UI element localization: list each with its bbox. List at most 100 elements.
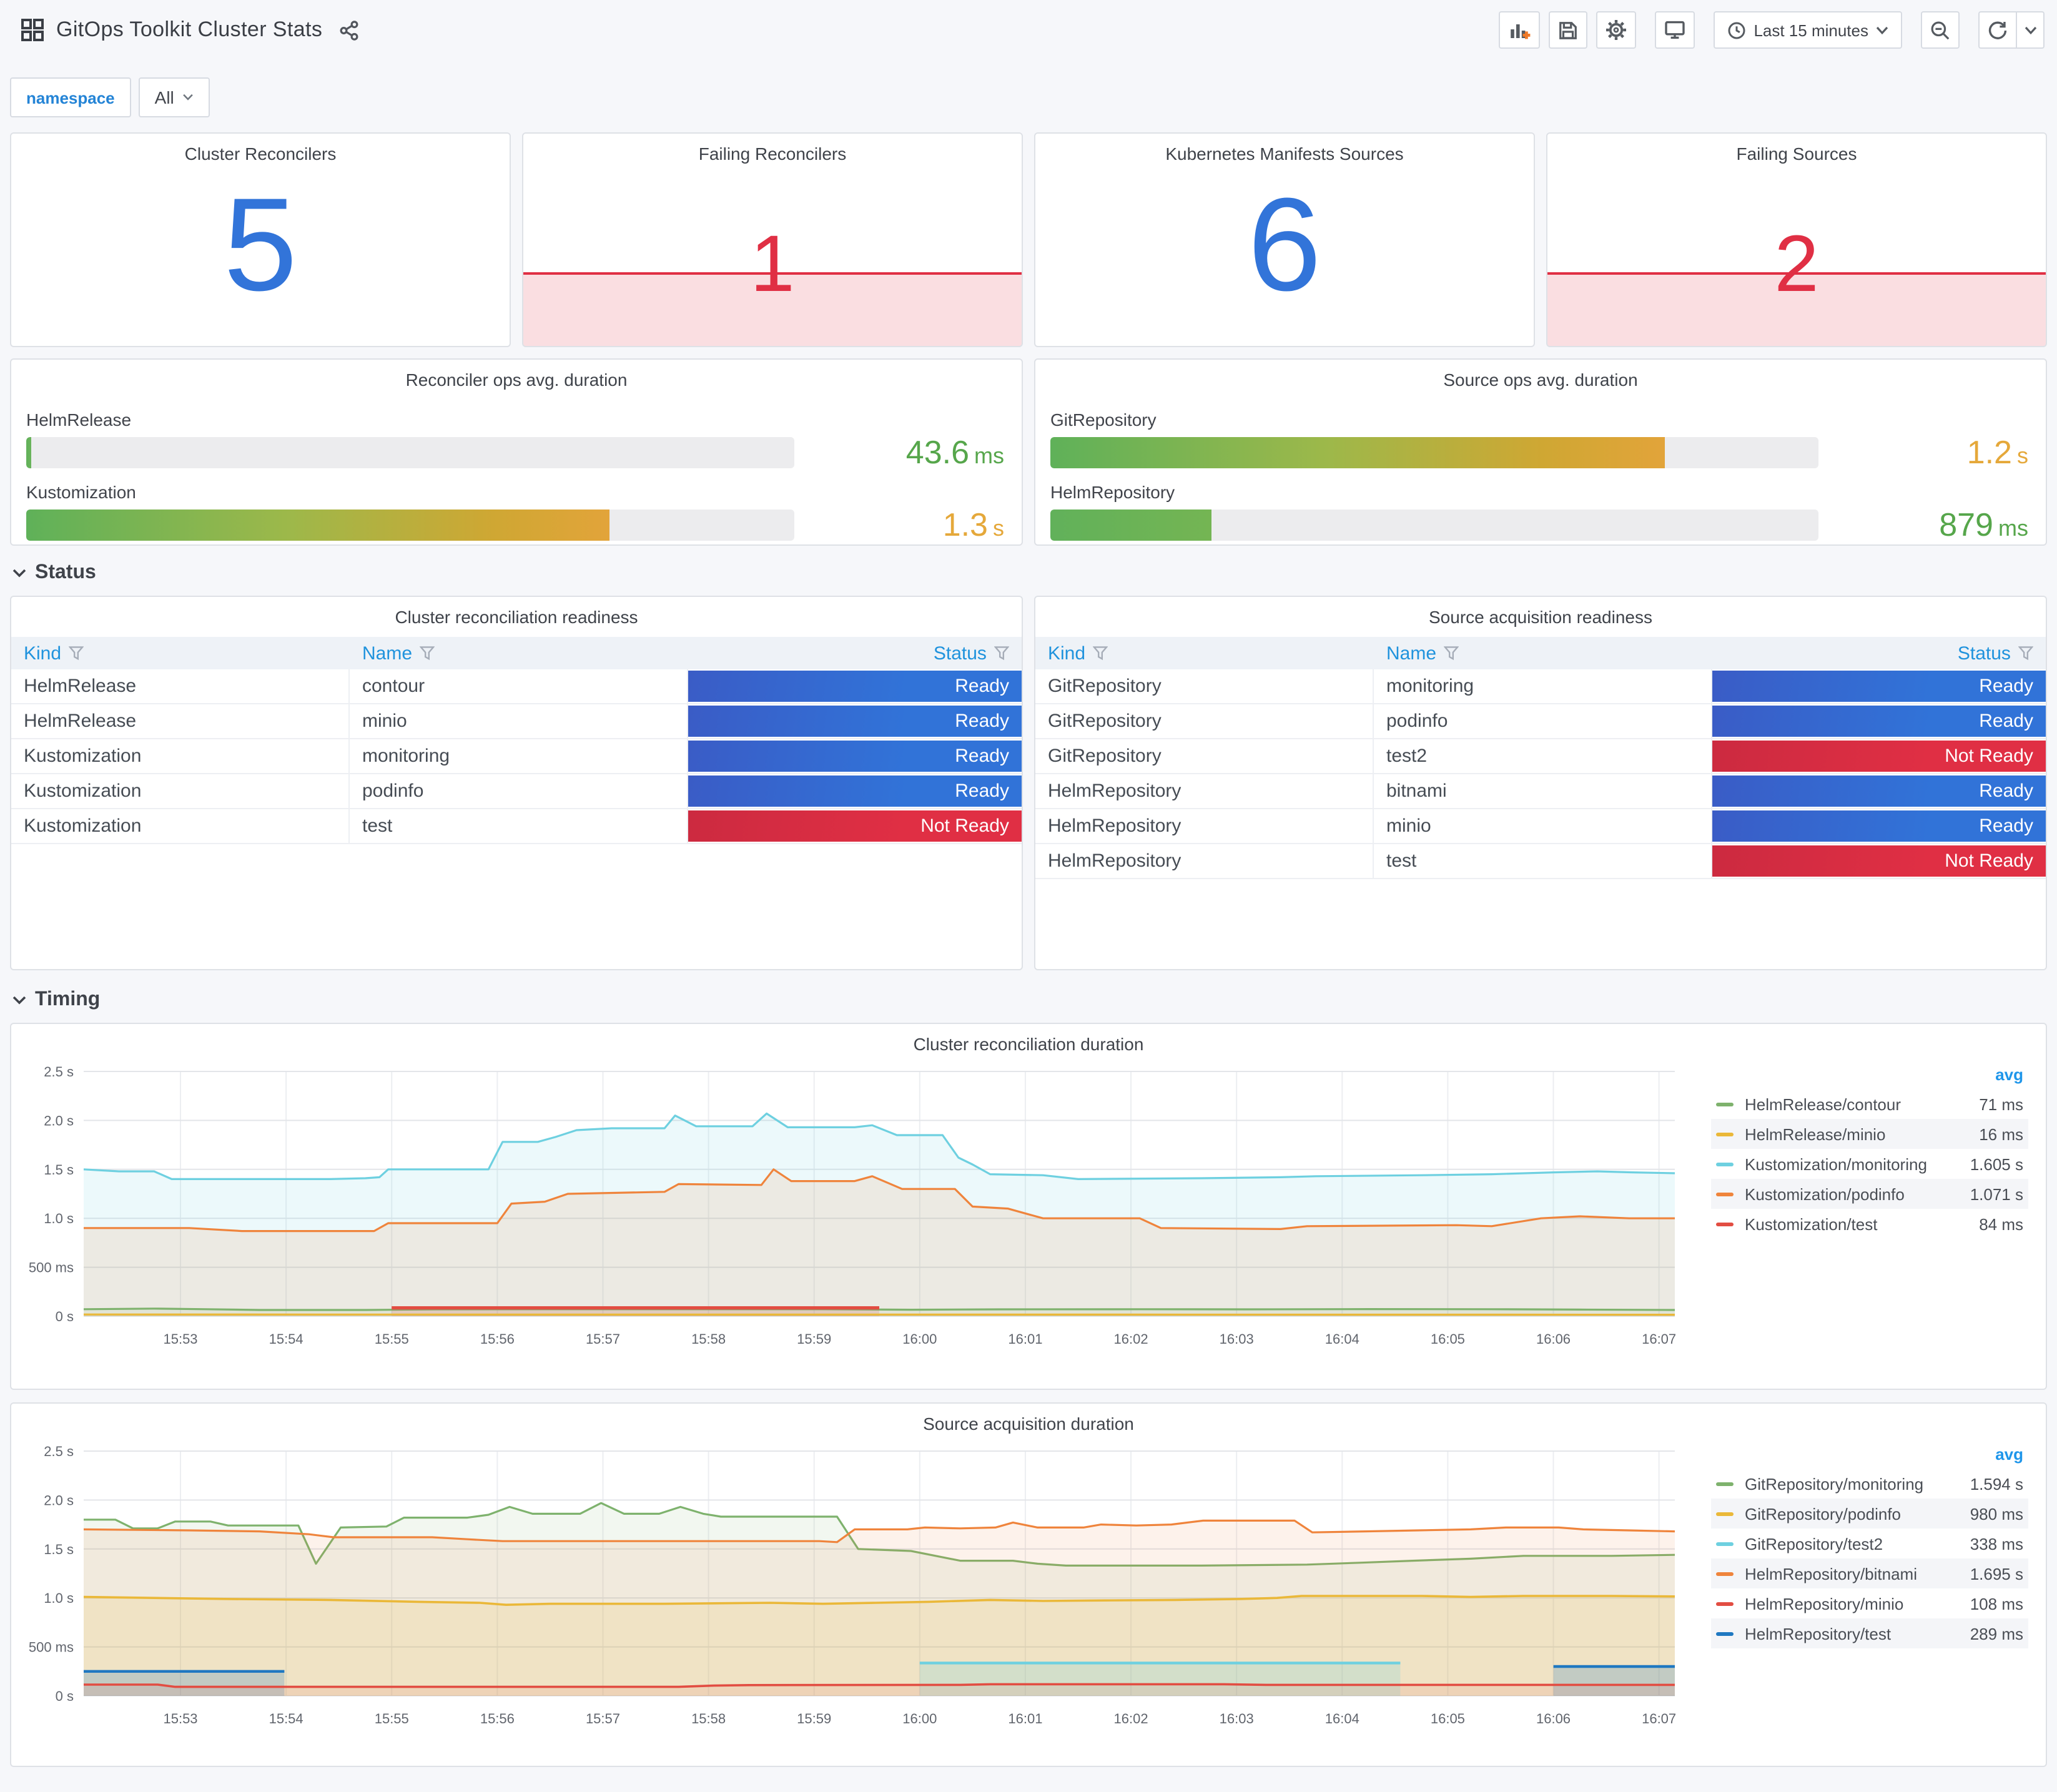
chevron-down-icon	[1876, 26, 1888, 34]
filter-icon[interactable]	[420, 646, 435, 661]
x-axis-tick-label: 15:57	[586, 1711, 620, 1726]
legend-avg-header[interactable]: avg	[1711, 1441, 2028, 1469]
stat-panel-title: Kubernetes Manifests Sources	[1165, 144, 1404, 164]
legend-series-name: GitRepository/test2	[1745, 1534, 1883, 1553]
table-panels-row: Cluster reconciliation readiness Kind Name…	[10, 596, 2047, 970]
table-panel-source-acquisition-readiness: Source acquisition readiness Kind Name Stat…	[1034, 596, 2047, 970]
x-axis-tick-label: 16:02	[1114, 1331, 1148, 1347]
column-header-label: Status	[933, 642, 987, 664]
stat-panel-failing-sources: Failing Sources 2	[1546, 132, 2047, 347]
cell-name: contour	[350, 669, 688, 703]
legend-avg-header[interactable]: avg	[1711, 1061, 2028, 1089]
legend-series-marker	[1716, 1102, 1734, 1106]
legend-series-avg: 1.594 s	[1970, 1474, 2023, 1493]
x-axis-tick-label: 16:03	[1220, 1711, 1254, 1726]
legend-series-marker	[1716, 1192, 1734, 1196]
column-header-name[interactable]: Name	[1374, 642, 1712, 664]
cycle-view-mode-button[interactable]	[1655, 11, 1695, 49]
gauge-value: 1.3 s	[794, 506, 1004, 544]
stat-panel-title: Cluster Reconcilers	[184, 144, 337, 164]
x-axis-tick-label: 15:54	[269, 1331, 303, 1347]
cell-name: test2	[1374, 739, 1712, 773]
table-row: Kustomization monitoring Ready	[11, 739, 1022, 774]
refresh-interval-dropdown[interactable]	[2017, 11, 2045, 49]
y-axis-tick-label: 2.0 s	[44, 1113, 74, 1128]
legend-item-Kustomization/test[interactable]: Kustomization/test 84 ms	[1711, 1209, 2028, 1239]
column-header-name[interactable]: Name	[350, 642, 688, 664]
x-axis-tick-label: 16:01	[1008, 1331, 1042, 1347]
cell-status: Ready	[1712, 809, 2046, 843]
legend-series-name: HelmRelease/minio	[1745, 1125, 1886, 1143]
cell-status: Ready	[688, 739, 1022, 773]
legend-item-HelmRepository/minio[interactable]: HelmRepository/minio 108 ms	[1711, 1588, 2028, 1618]
x-axis-tick-label: 15:56	[480, 1331, 515, 1347]
timeseries-plot[interactable]: 0 s 500 ms 1.0 s 1.5 s 2.0 s 2.5 s 15:53 15:54 1…	[14, 1436, 1694, 1746]
column-header-status[interactable]: Status	[688, 642, 1022, 664]
gauge-label: HelmRelease	[26, 410, 132, 430]
section-header-status[interactable]: Status	[12, 558, 2047, 588]
table-panel-title: Source acquisition readiness	[1429, 607, 1652, 627]
filter-icon[interactable]	[1093, 646, 1108, 661]
gauge-row-kustomization: Kustomization 1.3 s	[26, 482, 1004, 544]
save-dashboard-button[interactable]	[1549, 11, 1588, 49]
legend-item-HelmRelease/contour[interactable]: HelmRelease/contour 71 ms	[1711, 1089, 2028, 1119]
x-axis-tick-label: 16:00	[902, 1711, 937, 1726]
filter-icon[interactable]	[69, 646, 84, 661]
status-badge: Not Ready	[1712, 741, 2046, 772]
variable-selected-value: All	[154, 87, 174, 107]
cell-name: monitoring	[1374, 669, 1712, 703]
table-row: HelmRepository test Not Ready	[1035, 844, 2046, 879]
gauge-value: 1.2 s	[1818, 433, 2028, 472]
gauge-value-number: 43.6	[905, 433, 969, 471]
cell-status: Ready	[1712, 704, 2046, 738]
gauge-track	[26, 437, 794, 468]
table-row: GitRepository monitoring Ready	[1035, 669, 2046, 704]
gauge-bar-fill	[1050, 510, 1212, 541]
variable-value-dropdown[interactable]: All	[138, 77, 210, 117]
x-axis-tick-label: 16:06	[1536, 1331, 1571, 1347]
legend-item-HelmRelease/minio[interactable]: HelmRelease/minio 16 ms	[1711, 1119, 2028, 1149]
filter-icon[interactable]	[994, 646, 1009, 661]
x-axis-tick-label: 16:03	[1220, 1331, 1254, 1347]
legend-item-GitRepository/monitoring[interactable]: GitRepository/monitoring 1.594 s	[1711, 1469, 2028, 1499]
chevron-down-icon	[183, 94, 194, 101]
x-axis-tick-label: 16:05	[1431, 1331, 1465, 1347]
series-fill-GitRepository/podinfo	[84, 1596, 1675, 1696]
legend-item-GitRepository/test2[interactable]: GitRepository/test2 338 ms	[1711, 1529, 2028, 1558]
x-axis-tick-label: 15:57	[586, 1331, 620, 1347]
stat-value: 6	[1248, 171, 1321, 319]
y-axis-tick-label: 1.5 s	[44, 1162, 74, 1178]
add-panel-button[interactable]	[1499, 11, 1541, 49]
share-icon[interactable]	[338, 19, 360, 41]
x-axis-tick-label: 15:53	[163, 1711, 197, 1726]
column-header-label: Kind	[1048, 642, 1086, 664]
legend-item-HelmRepository/bitnami[interactable]: HelmRepository/bitnami 1.695 s	[1711, 1558, 2028, 1588]
legend-item-Kustomization/monitoring[interactable]: Kustomization/monitoring 1.605 s	[1711, 1149, 2028, 1179]
status-badge: Ready	[688, 741, 1022, 772]
legend-item-GitRepository/podinfo[interactable]: GitRepository/podinfo 980 ms	[1711, 1499, 2028, 1529]
gauge-value-unit: s	[993, 516, 1004, 541]
chevron-down-icon	[12, 995, 26, 1005]
column-header-kind[interactable]: Kind	[1035, 642, 1374, 664]
zoom-out-button[interactable]	[1921, 11, 1960, 49]
column-header-status[interactable]: Status	[1712, 642, 2046, 664]
refresh-button[interactable]	[1978, 11, 2017, 49]
time-range-picker[interactable]: Last 15 minutes	[1714, 11, 1902, 49]
cell-kind: GitRepository	[1035, 704, 1374, 738]
filter-icon[interactable]	[1444, 646, 1459, 661]
dashboard-settings-button[interactable]	[1596, 11, 1637, 49]
legend-series-name: HelmRepository/minio	[1745, 1594, 1904, 1613]
section-header-timing[interactable]: Timing	[12, 985, 2047, 1015]
status-badge: Ready	[688, 671, 1022, 702]
legend-item-HelmRepository/test[interactable]: HelmRepository/test 289 ms	[1711, 1618, 2028, 1648]
stat-panel-failing-reconcilers: Failing Reconcilers 1	[522, 132, 1023, 347]
column-header-kind[interactable]: Kind	[11, 642, 350, 664]
panel-title: Source acquisition duration	[923, 1414, 1134, 1434]
timeseries-plot[interactable]: 0 s 500 ms 1.0 s 1.5 s 2.0 s 2.5 s 15:53 15:54 1…	[14, 1056, 1694, 1366]
filter-icon[interactable]	[2018, 646, 2033, 661]
cell-status: Not Ready	[688, 809, 1022, 843]
x-axis-tick-label: 16:02	[1114, 1711, 1148, 1726]
stat-panel-title: Failing Sources	[1736, 144, 1857, 164]
legend-item-Kustomization/podinfo[interactable]: Kustomization/podinfo 1.071 s	[1711, 1179, 2028, 1209]
x-axis-tick-label: 15:53	[163, 1331, 197, 1347]
